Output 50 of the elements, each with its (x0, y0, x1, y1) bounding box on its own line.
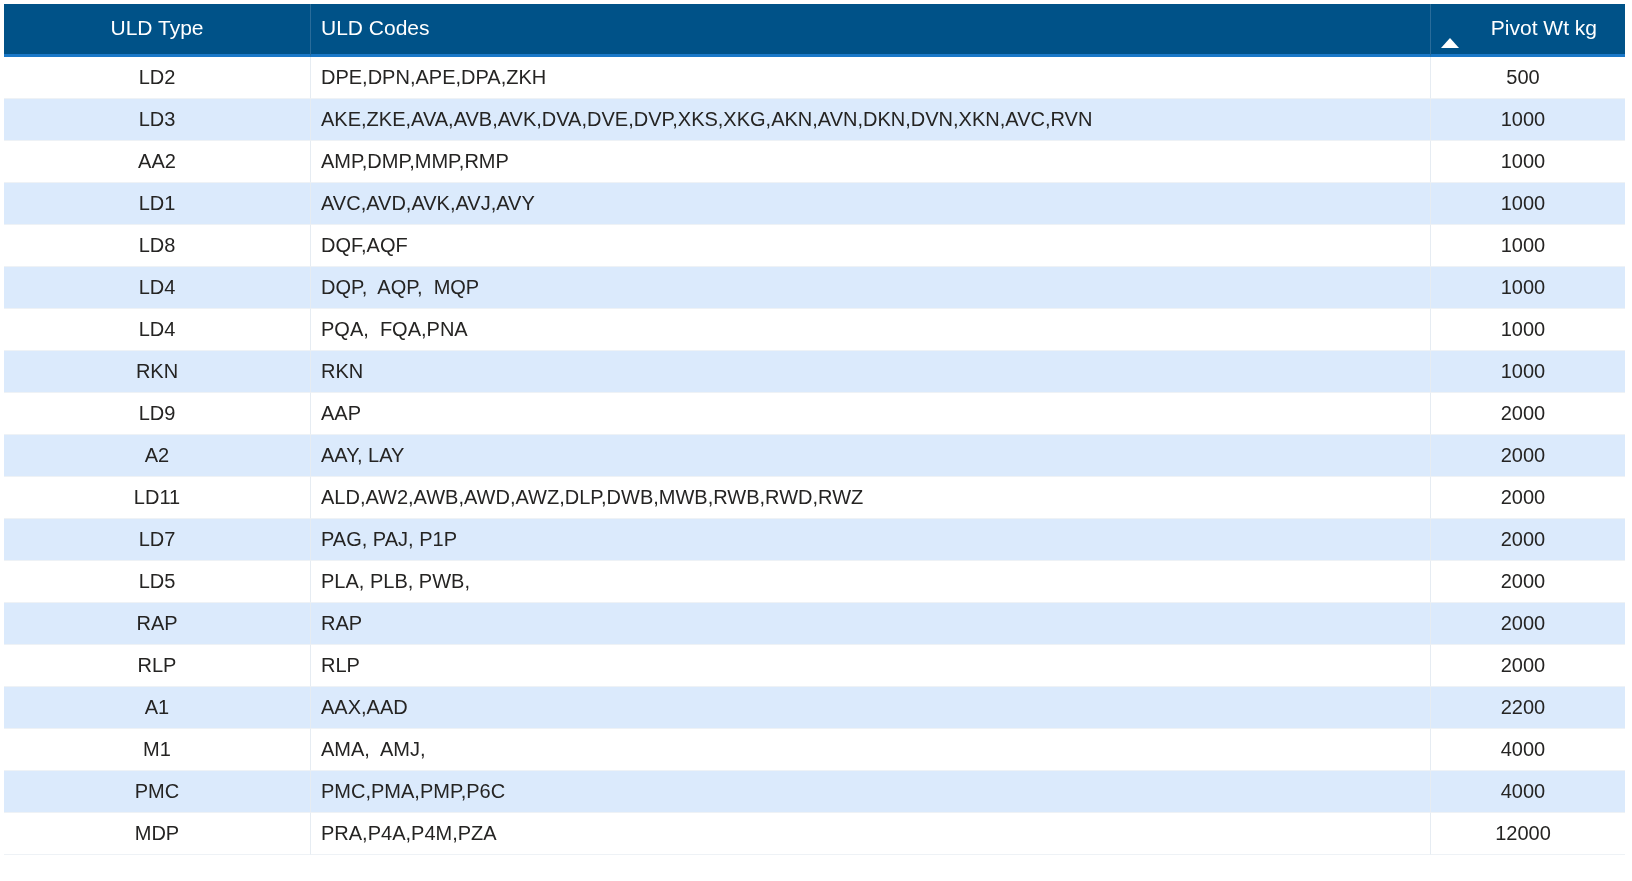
table-cell: PRA,P4A,P4M,PZA (310, 813, 1430, 855)
table-cell: RLP (310, 645, 1430, 687)
table-cell: PQA, FQA,PNA (310, 309, 1430, 351)
table-cell: A1 (4, 687, 310, 729)
table-cell: 2200 (1430, 687, 1625, 729)
table-cell: 1000 (1430, 225, 1625, 267)
table-cell: 1000 (1430, 351, 1625, 393)
table-cell: RKN (4, 351, 310, 393)
table-cell: PMC,PMA,PMP,P6C (310, 771, 1430, 813)
table-cell: 4000 (1430, 771, 1625, 813)
table-cell: 1000 (1430, 309, 1625, 351)
table-cell: LD3 (4, 99, 310, 141)
table-cell: AAY, LAY (310, 435, 1430, 477)
table-cell: LD4 (4, 267, 310, 309)
table-cell: 4000 (1430, 729, 1625, 771)
table-cell: PAG, PAJ, P1P (310, 519, 1430, 561)
table-cell: PMC (4, 771, 310, 813)
table-cell: AKE,ZKE,AVA,AVB,AVK,DVA,DVE,DVP,XKS,XKG,AKN,AVN,DKN,DVN,XKN,AVC,RVN (310, 99, 1430, 141)
table-cell: 2000 (1430, 603, 1625, 645)
table-cell: 500 (1430, 57, 1625, 99)
column-header[interactable]: ULD Type (4, 4, 310, 57)
table-cell: 2000 (1430, 477, 1625, 519)
table-cell: RAP (4, 603, 310, 645)
table-cell: AMP,DMP,MMP,RMP (310, 141, 1430, 183)
table-cell: RAP (310, 603, 1430, 645)
table-cell: 2000 (1430, 561, 1625, 603)
table-cell: ALD,AW2,AWB,AWD,AWZ,DLP,DWB,MWB,RWB,RWD,RWZ (310, 477, 1430, 519)
table-cell: 2000 (1430, 519, 1625, 561)
table-cell: 1000 (1430, 267, 1625, 309)
column-header[interactable]: ULD Codes (310, 4, 1430, 57)
table-cell: DPE,DPN,APE,DPA,ZKH (310, 57, 1430, 99)
table-cell: AAP (310, 393, 1430, 435)
column-header[interactable]: Pivot Wt kg (1430, 4, 1625, 57)
table-cell: AAX,AAD (310, 687, 1430, 729)
table-cell: 1000 (1430, 183, 1625, 225)
table-cell: DQP, AQP, MQP (310, 267, 1430, 309)
table-cell: 1000 (1430, 141, 1625, 183)
table-cell: LD7 (4, 519, 310, 561)
table-cell: LD1 (4, 183, 310, 225)
table-cell: AMA, AMJ, (310, 729, 1430, 771)
table-cell: DQF,AQF (310, 225, 1430, 267)
table-cell: 2000 (1430, 435, 1625, 477)
table-cell: 1000 (1430, 99, 1625, 141)
table-cell: AVC,AVD,AVK,AVJ,AVY (310, 183, 1430, 225)
table-cell: RKN (310, 351, 1430, 393)
table-cell: A2 (4, 435, 310, 477)
table-cell: 2000 (1430, 393, 1625, 435)
table-cell: PLA, PLB, PWB, (310, 561, 1430, 603)
table-cell: 2000 (1430, 645, 1625, 687)
table-cell: 12000 (1430, 813, 1625, 855)
